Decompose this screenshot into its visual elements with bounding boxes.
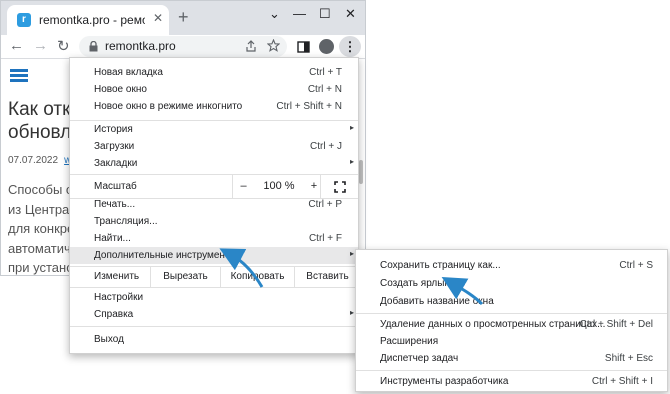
annotation-arrows xyxy=(219,248,484,306)
arrow-to-create-shortcut xyxy=(441,276,484,306)
arrow-to-more-tools xyxy=(219,248,264,288)
